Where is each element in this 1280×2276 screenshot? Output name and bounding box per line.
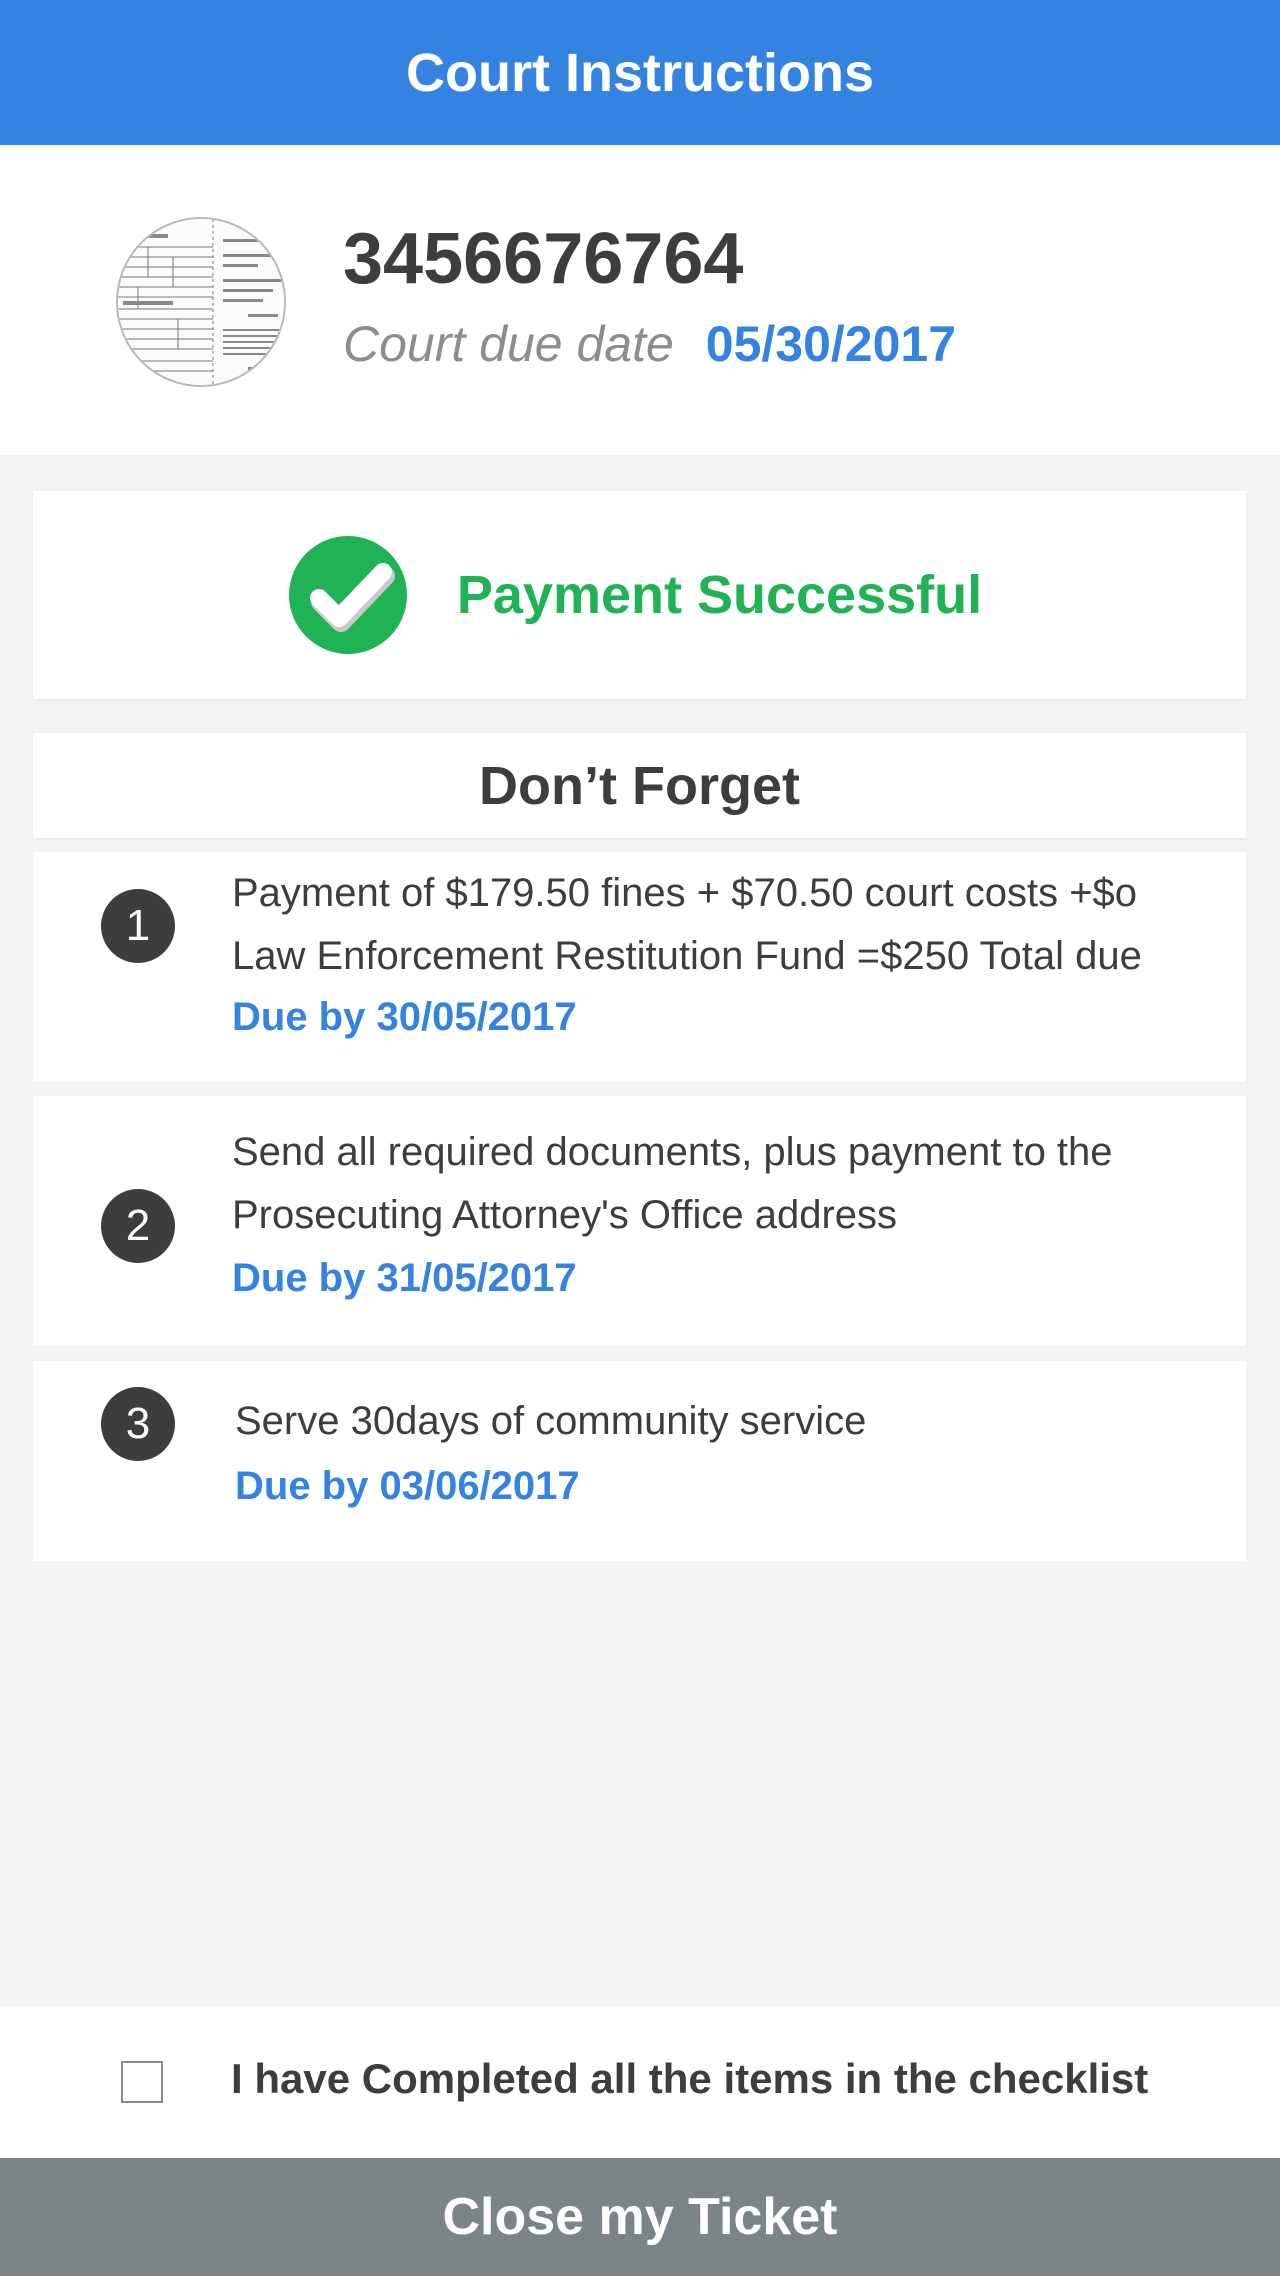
court-due-date-value: 05/30/2017 bbox=[705, 316, 957, 372]
item-description-line: Serve 30days of community service bbox=[235, 1399, 867, 1443]
item-description-line: Law Enforcement Restitution Fund =$250 T… bbox=[232, 934, 1142, 978]
payment-status-card: Payment Successful bbox=[33, 491, 1246, 699]
payment-status-text: Payment Successful bbox=[456, 565, 983, 625]
court-due-date-label: Court due date bbox=[343, 316, 674, 372]
item-description: Send all required documents, plus paymen… bbox=[232, 1121, 1232, 1247]
check-circle-icon bbox=[288, 536, 407, 654]
ticket-number: 3456676764 bbox=[343, 219, 744, 299]
checklist-complete-label[interactable]: I have Completed all the items in the ch… bbox=[231, 2055, 1148, 2103]
dont-forget-header: Don’t Forget bbox=[33, 733, 1246, 838]
checklist-complete-checkbox[interactable] bbox=[121, 2061, 163, 2103]
item-description: Payment of $179.50 fines + $70.50 court … bbox=[232, 862, 1232, 988]
document-icon bbox=[118, 219, 284, 385]
checklist-confirmation: I have Completed all the items in the ch… bbox=[0, 2006, 1280, 2158]
close-ticket-button[interactable]: Close my Ticket bbox=[0, 2158, 1280, 2276]
item-due-date: Due by 30/05/2017 bbox=[232, 995, 577, 1039]
ticket-document-thumbnail[interactable] bbox=[116, 217, 286, 387]
item-description-line: Payment of $179.50 fines + $70.50 court … bbox=[232, 871, 1138, 915]
item-description-line: Send all required documents, plus paymen… bbox=[232, 1130, 1113, 1174]
dont-forget-title: Don’t Forget bbox=[479, 755, 800, 816]
item-number-badge: 2 bbox=[101, 1189, 175, 1263]
item-number-badge: 3 bbox=[101, 1387, 175, 1461]
page-title: Court Instructions bbox=[406, 42, 874, 103]
checklist-item-1: 1 Payment of $179.50 fines + $70.50 cour… bbox=[33, 852, 1246, 1082]
court-due-date-row: Court due date 05/30/2017 bbox=[343, 315, 956, 373]
item-description-line: Prosecuting Attorney's Office address bbox=[232, 1193, 898, 1237]
item-due-date: Due by 31/05/2017 bbox=[232, 1256, 577, 1300]
checklist-item-3: 3 Serve 30days of community service Due … bbox=[33, 1361, 1246, 1561]
item-due-date: Due by 03/06/2017 bbox=[235, 1464, 580, 1508]
checklist-item-2: 2 Send all required documents, plus paym… bbox=[33, 1096, 1246, 1346]
item-number-badge: 1 bbox=[101, 889, 175, 963]
ticket-summary: 3456676764 Court due date 05/30/2017 bbox=[0, 145, 1280, 455]
item-description: Serve 30days of community service bbox=[235, 1390, 1235, 1453]
app-header: Court Instructions bbox=[0, 0, 1280, 145]
